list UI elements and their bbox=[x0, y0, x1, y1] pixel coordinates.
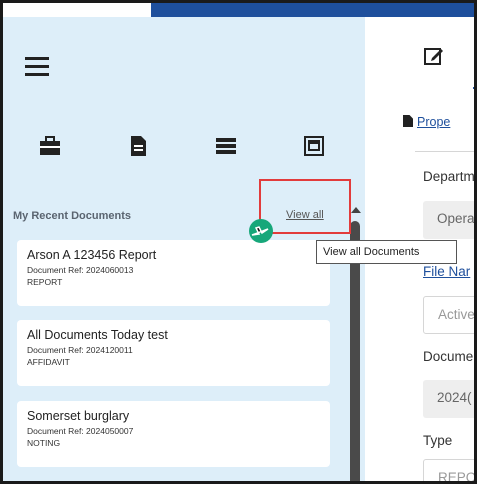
properties-link[interactable]: Prope bbox=[403, 115, 450, 129]
document-icon[interactable] bbox=[127, 135, 149, 157]
properties-link-label: Prope bbox=[417, 115, 451, 129]
document-card[interactable]: Somerset burglary Document Ref: 20240500… bbox=[17, 401, 330, 467]
document-title: All Documents Today test bbox=[27, 328, 168, 342]
top-bar bbox=[151, 3, 474, 17]
file-name-label[interactable]: File Nar bbox=[423, 264, 470, 279]
document-type: NOTING bbox=[27, 438, 61, 448]
document-ref: Document Ref: 2024050007 bbox=[27, 426, 134, 436]
active-tab-indicator bbox=[473, 87, 474, 89]
document-label: Docume bbox=[423, 349, 474, 364]
document-card[interactable]: Arson A 123456 Report Document Ref: 2024… bbox=[17, 240, 330, 306]
sidebar-icon-row bbox=[3, 135, 365, 159]
highlight-box bbox=[259, 179, 351, 234]
department-label: Departm bbox=[423, 169, 475, 184]
document-small-icon bbox=[403, 115, 413, 127]
mouse-cursor-icon bbox=[249, 225, 271, 255]
document-field[interactable]: 2024( bbox=[423, 380, 474, 418]
document-type: REPORT bbox=[27, 277, 63, 287]
server-icon[interactable] bbox=[215, 135, 237, 157]
recent-documents-heading: My Recent Documents bbox=[13, 210, 131, 222]
scroll-up-arrow-icon[interactable] bbox=[351, 207, 361, 213]
file-name-field[interactable]: Active bbox=[423, 296, 474, 334]
app-window: My Recent Documents View all Arson A 123… bbox=[0, 0, 477, 484]
document-card[interactable]: All Documents Today test Document Ref: 2… bbox=[17, 320, 330, 386]
edit-icon[interactable] bbox=[423, 45, 445, 67]
document-title: Arson A 123456 Report bbox=[27, 248, 157, 262]
type-label: Type bbox=[423, 433, 453, 448]
divider bbox=[415, 151, 474, 152]
document-ref: Document Ref: 2024060013 bbox=[27, 265, 134, 275]
top-bar-segment bbox=[3, 3, 151, 17]
document-type: AFFIDAVIT bbox=[27, 357, 70, 367]
document-ref: Document Ref: 2024120011 bbox=[27, 345, 133, 355]
type-field[interactable]: REPO bbox=[423, 459, 474, 481]
department-field[interactable]: Opera bbox=[423, 201, 474, 239]
view-all-tooltip: View all Documents bbox=[316, 240, 457, 264]
hamburger-menu-icon[interactable] bbox=[25, 57, 49, 77]
document-title: Somerset burglary bbox=[27, 409, 130, 423]
window-frame-icon[interactable] bbox=[303, 135, 325, 157]
briefcase-icon[interactable] bbox=[39, 135, 61, 157]
